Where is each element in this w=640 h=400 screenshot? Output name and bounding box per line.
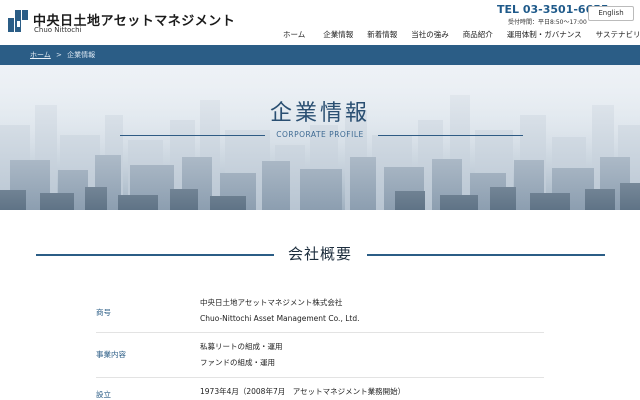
row-value-line: 1973年4月（2008年7月 アセットマネジメント業務開始） [200,387,406,396]
row-value-line: Chuo-Nittochi Asset Management Co., Ltd. [200,314,360,323]
hero-banner: 企業情報 CORPORATE PROFILE [0,65,640,210]
breadcrumb: ホーム > 企業情報 [30,50,95,60]
row-label-established: 設立 [96,390,111,399]
company-sub-name: Chuo Nittochi [34,26,82,34]
breadcrumb-bar: ホーム > 企業情報 [0,45,640,65]
nav-news[interactable]: 新着情報 [367,29,397,40]
breadcrumb-separator: > [56,51,62,59]
english-button[interactable]: English [588,6,634,21]
row-value-line: 中央日土地アセットマネジメント株式会社 [200,298,343,307]
hero-title: 企業情報 [269,101,370,126]
table-row: 事業内容 私募リートの組成・運用 ファンドの組成・運用 [96,333,544,378]
company-logo-icon[interactable] [8,10,28,32]
nav-home[interactable]: ホーム [283,29,305,40]
nav-strengths[interactable]: 当社の強み [411,29,449,40]
nav-governance[interactable]: 運用体制・ガバナンス [507,29,582,40]
hero-divider-right [378,135,523,136]
nav-sustainability[interactable]: サステナビリティ [596,29,640,40]
nav-corporate[interactable]: 企業情報 [323,29,353,40]
row-value-line: ファンドの組成・運用 [200,358,275,367]
business-hours: 受付時間：平日8:50～17:00 [508,19,587,26]
hero-subtitle: CORPORATE PROFILE [276,130,364,139]
row-label-trade-name: 商号 [96,308,111,317]
breadcrumb-current: 企業情報 [67,51,96,59]
nav-products[interactable]: 商品紹介 [463,29,493,40]
main-nav: ホーム 企業情報 新着情報 当社の強み 商品紹介 運用体制・ガバナンス サステナ… [276,29,640,40]
site-header: 中央日土地アセットマネジメント Chuo Nittochi TEL 03-350… [0,0,640,45]
company-profile-table: 商号 中央日土地アセットマネジメント株式会社 Chuo-Nittochi Ass… [96,292,544,400]
row-label-business: 事業内容 [96,350,126,359]
section-divider-right [367,254,605,256]
breadcrumb-home-link[interactable]: ホーム [30,51,51,59]
table-row: 設立 1973年4月（2008年7月 アセットマネジメント業務開始） [96,378,544,400]
row-value-line: 私募リートの組成・運用 [200,342,283,351]
table-row: 商号 中央日土地アセットマネジメント株式会社 Chuo-Nittochi Ass… [96,292,544,333]
